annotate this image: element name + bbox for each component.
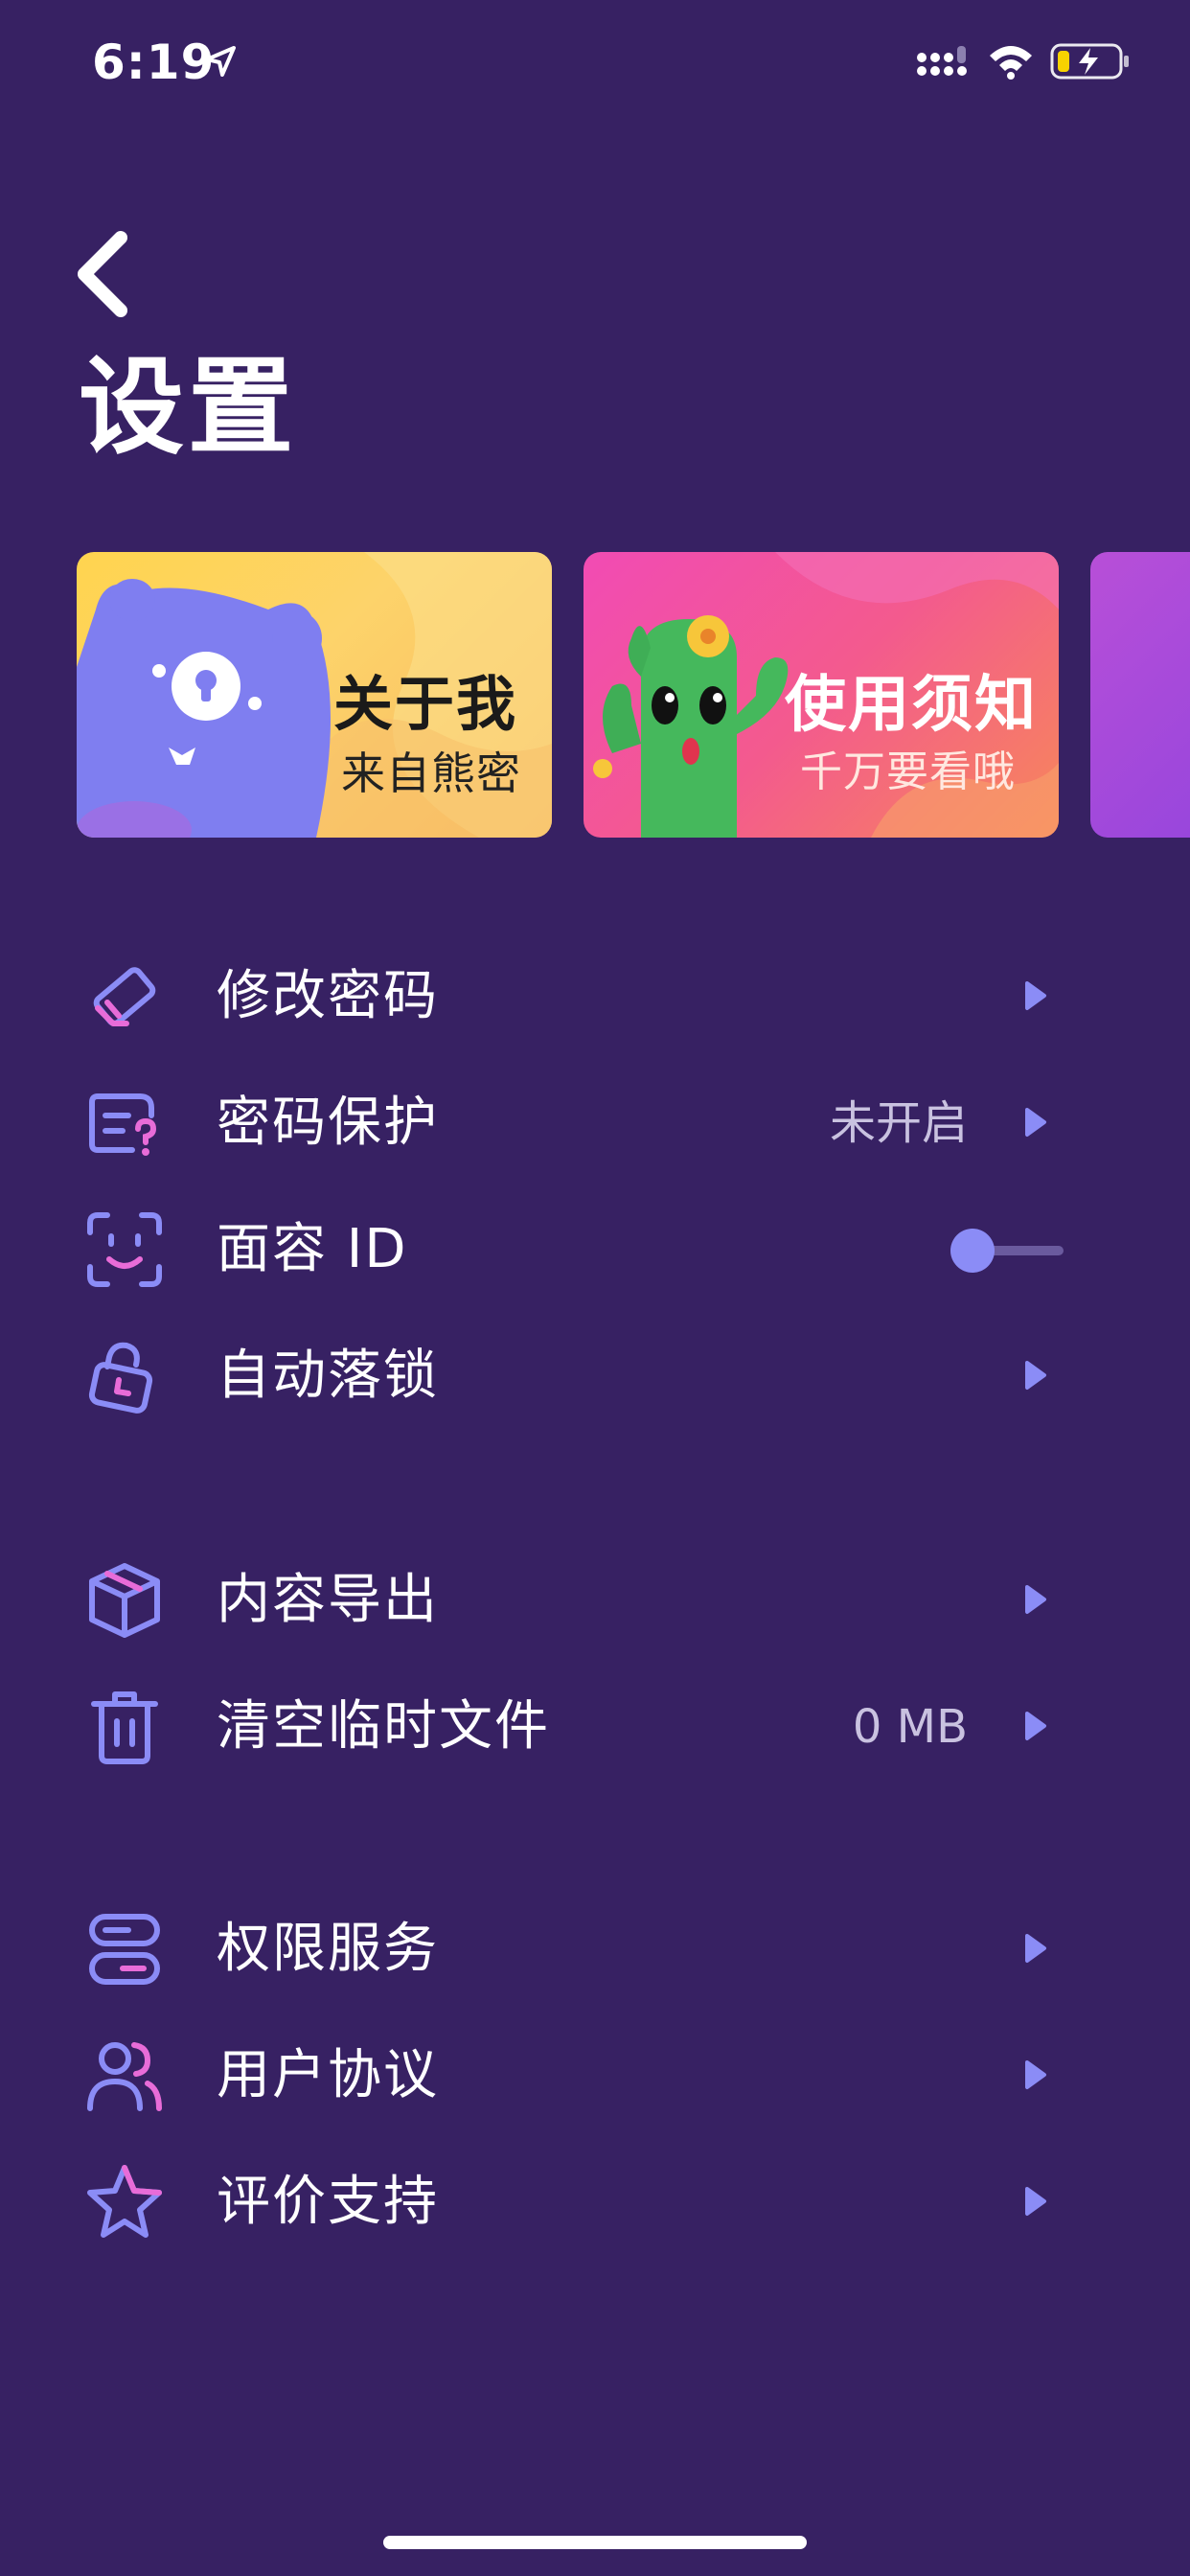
row-label: 自动落锁 (217, 1345, 439, 1407)
location-arrow-icon (205, 46, 236, 77)
security-question-icon (89, 1093, 157, 1156)
wifi-icon (990, 46, 1032, 80)
settings-group-security: 修改密码 密码保护 未开启 面容 ID 自动落锁 (0, 932, 1190, 1438)
settings-screen: 6:19 设置 关于我 来自熊密 使用须知 千万要看哦 修改密码 密码保护 未开… (0, 0, 1190, 2576)
home-indicator[interactable] (383, 2536, 807, 2549)
row-label: 密码保护 (217, 1092, 439, 1154)
flower-icon (687, 615, 729, 657)
row-change-password[interactable]: 修改密码 (0, 932, 1190, 1058)
face-id-toggle[interactable] (945, 1221, 1069, 1278)
banner-usage-notice[interactable]: 使用须知 千万要看哦 (584, 552, 1059, 838)
row-label: 评价支持 (217, 2171, 439, 2233)
chevron-right-icon (1025, 981, 1046, 1010)
banner-subtitle: 千万要看哦 (800, 748, 1016, 796)
row-rate-support[interactable]: 评价支持 (0, 2137, 1190, 2264)
row-label: 权限服务 (217, 1918, 439, 1980)
trash-icon (91, 1691, 158, 1764)
banner-about-me[interactable]: 关于我 来自熊密 (77, 552, 552, 838)
chevron-right-icon (1025, 2060, 1046, 2089)
box-icon (89, 1563, 160, 1638)
chevron-right-icon (1025, 1712, 1046, 1740)
star-icon (87, 2165, 162, 2238)
row-clear-temp-files[interactable]: 清空临时文件 0 MB (0, 1662, 1190, 1788)
row-password-protection[interactable]: 密码保护 未开启 (0, 1058, 1190, 1184)
row-label: 内容导出 (217, 1569, 439, 1631)
face-id-icon (87, 1212, 162, 1287)
signal-icon (917, 46, 967, 76)
row-permissions[interactable]: 权限服务 (0, 1884, 1190, 2011)
banner-title: 关于我 (333, 669, 518, 739)
row-face-id: 面容 ID (0, 1184, 1190, 1311)
banner-title: 使用须知 (785, 670, 1038, 741)
eraser-icon (93, 967, 156, 1026)
chevron-right-icon (1025, 1108, 1046, 1137)
chevron-right-icon (1025, 1361, 1046, 1390)
row-auto-lock[interactable]: 自动落锁 (0, 1311, 1190, 1438)
back-button[interactable] (67, 226, 144, 322)
row-export-content[interactable]: 内容导出 (0, 1535, 1190, 1662)
banner-partial[interactable] (1090, 552, 1190, 838)
battery-charging-icon (1050, 43, 1129, 80)
lock-clock-icon (88, 1342, 153, 1414)
row-value: 未开启 (829, 1096, 968, 1150)
toggle-knob (950, 1229, 995, 1273)
chevron-right-icon (1025, 1585, 1046, 1614)
row-value: 0 MB (852, 1700, 968, 1754)
users-icon (87, 2042, 162, 2111)
status-time: 6:19 (92, 34, 216, 90)
row-label: 用户协议 (217, 2044, 439, 2106)
row-label: 面容 ID (217, 1218, 408, 1280)
settings-group-about: 权限服务 用户协议 评价支持 (0, 1884, 1190, 2264)
status-bar: 6:19 (0, 0, 1190, 126)
banner-subtitle: 来自熊密 (341, 748, 521, 799)
chevron-right-icon (1025, 2187, 1046, 2216)
page-title: 设置 (79, 346, 297, 469)
row-label: 修改密码 (217, 965, 439, 1027)
row-label: 清空临时文件 (217, 1695, 550, 1758)
settings-group-data: 内容导出 清空临时文件 0 MB (0, 1535, 1190, 1788)
toggles-icon (89, 1914, 160, 1985)
row-user-agreement[interactable]: 用户协议 (0, 2011, 1190, 2137)
banner-carousel[interactable]: 关于我 来自熊密 使用须知 千万要看哦 (77, 552, 1190, 838)
chevron-right-icon (1025, 1934, 1046, 1963)
